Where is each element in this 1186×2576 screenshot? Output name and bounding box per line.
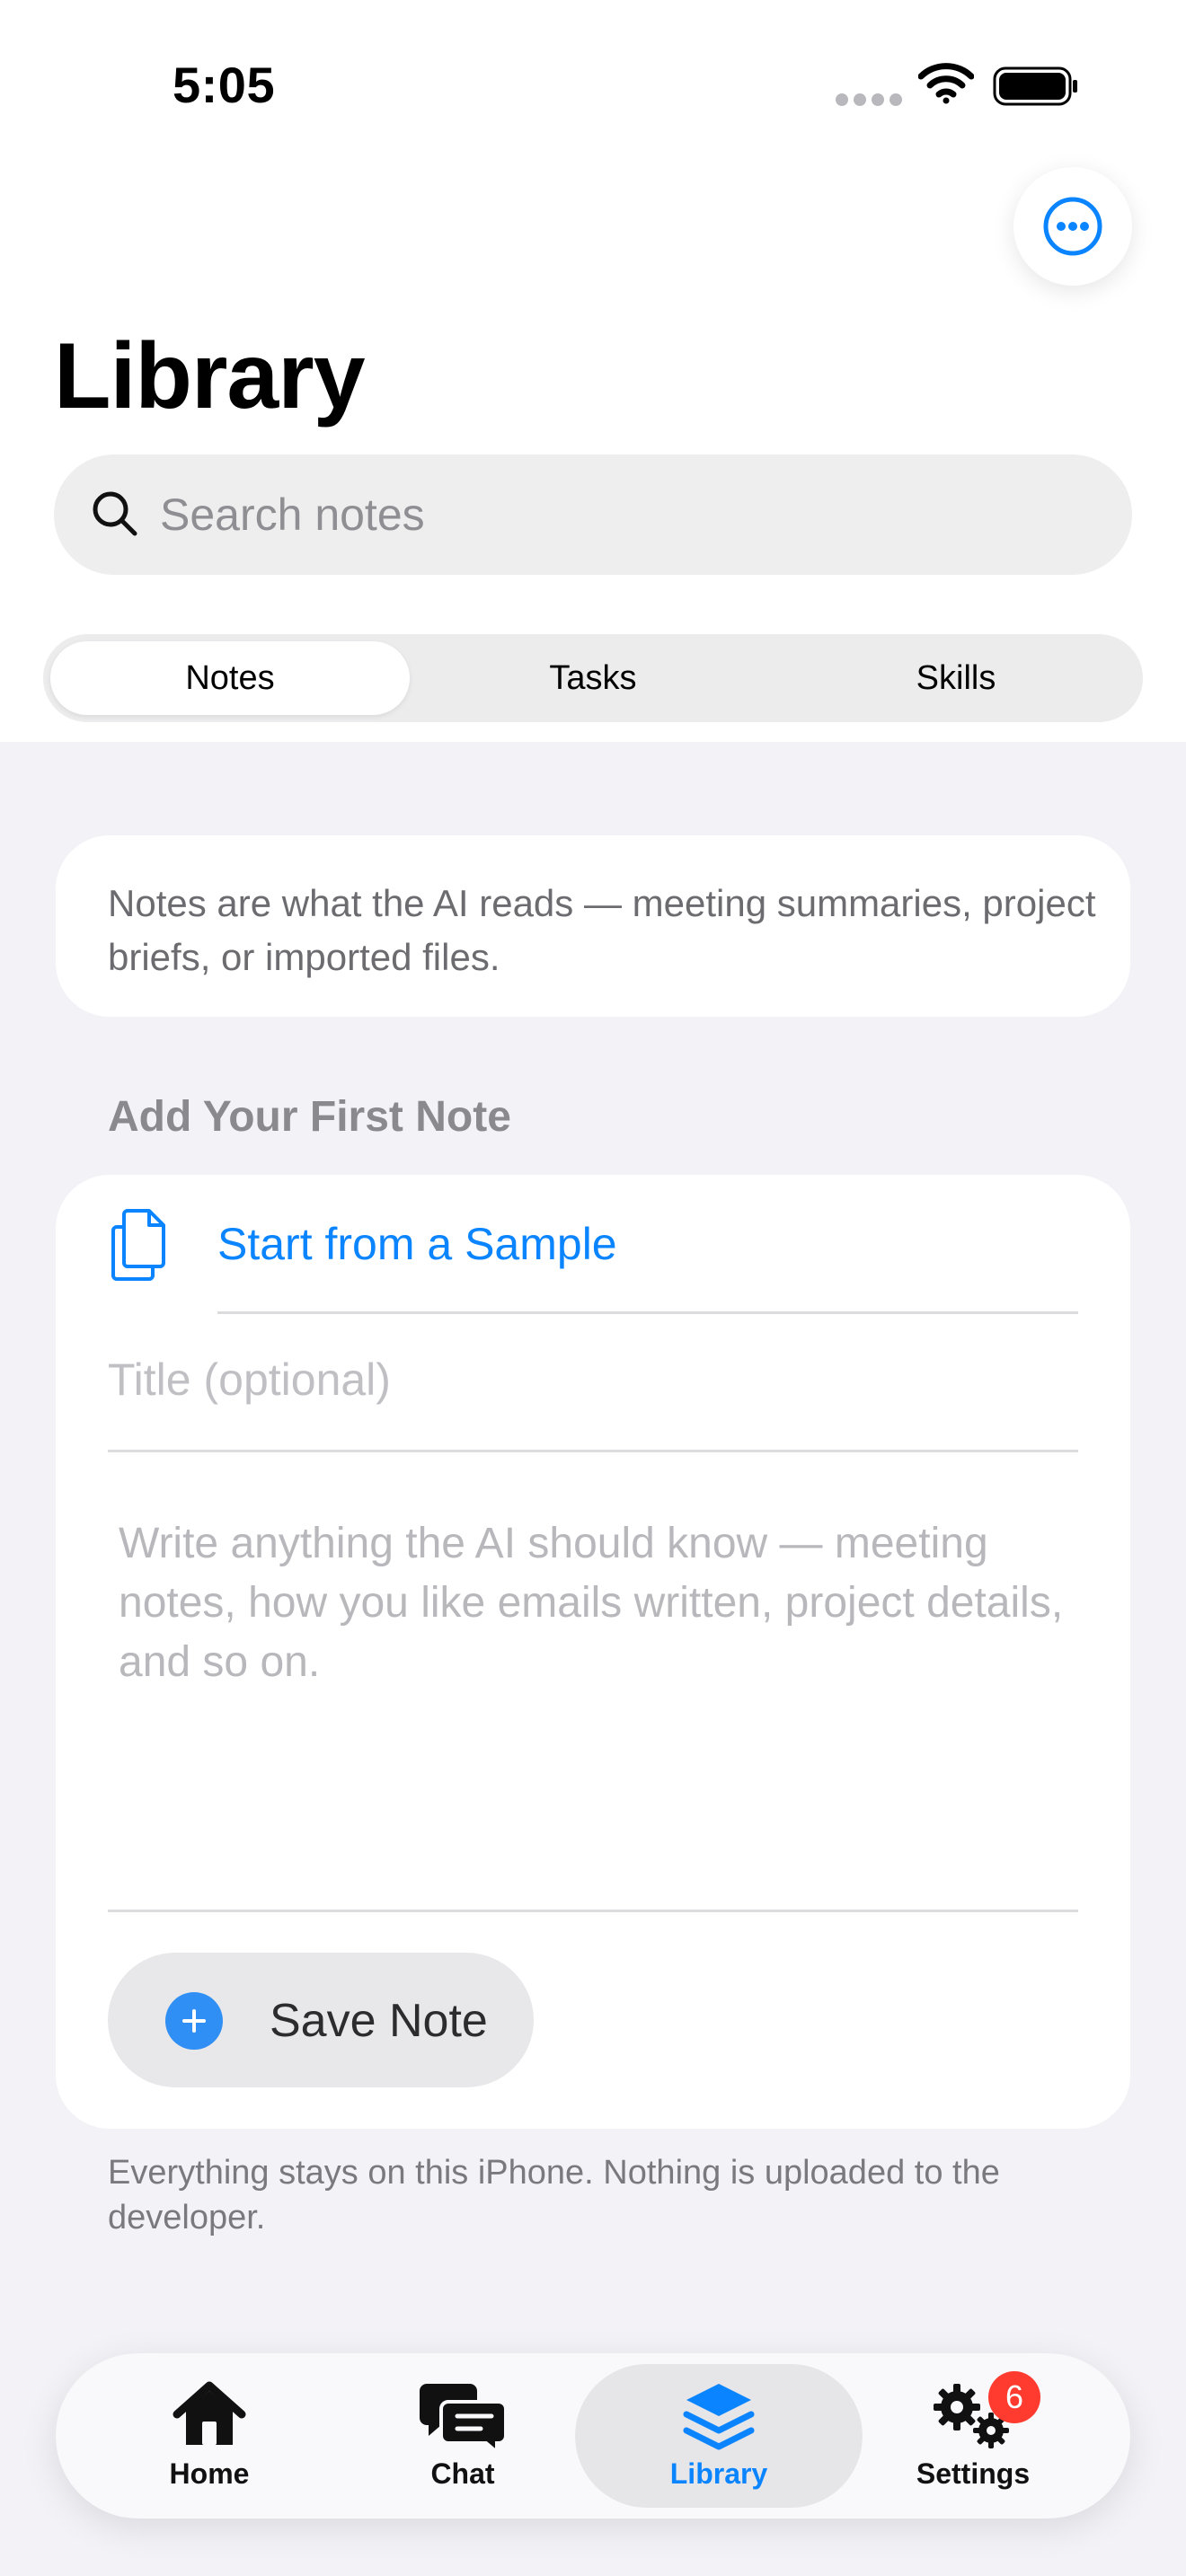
tab-home[interactable]: Home bbox=[97, 2353, 322, 2519]
save-note-button[interactable]: Save Note bbox=[108, 1953, 534, 2087]
segmented-control: Notes Tasks Skills bbox=[43, 634, 1143, 722]
tab-settings[interactable]: 6 Settings bbox=[861, 2353, 1085, 2519]
notification-badge: 6 bbox=[988, 2371, 1040, 2423]
add-note-card: Start from a Sample Save Note bbox=[56, 1175, 1130, 2129]
tab-notes[interactable]: Notes bbox=[50, 641, 410, 715]
start-from-sample-button[interactable]: Start from a Sample bbox=[56, 1175, 1130, 1315]
search-icon bbox=[93, 491, 137, 536]
note-body-field[interactable] bbox=[119, 1514, 1089, 1802]
tab-label: Library bbox=[669, 2457, 768, 2490]
divider bbox=[108, 1450, 1078, 1452]
wifi-icon bbox=[918, 63, 974, 104]
info-text: Notes are what the AI reads — meeting su… bbox=[108, 882, 1096, 978]
tab-chat[interactable]: Chat bbox=[350, 2353, 575, 2519]
tab-label: Home bbox=[169, 2457, 250, 2490]
info-card: Notes are what the AI reads — meeting su… bbox=[56, 835, 1130, 1017]
documents-icon bbox=[111, 1209, 165, 1281]
stack-icon bbox=[683, 2384, 755, 2450]
house-icon bbox=[173, 2381, 246, 2445]
battery-icon bbox=[993, 66, 1077, 106]
chat-bubbles-icon bbox=[420, 2384, 508, 2452]
privacy-footnote: Everything stays on this iPhone. Nothing… bbox=[108, 2154, 1000, 2236]
tab-skills[interactable]: Skills bbox=[776, 641, 1136, 715]
tab-library[interactable]: Library bbox=[575, 2364, 863, 2508]
divider bbox=[108, 1910, 1078, 1912]
title-field[interactable] bbox=[108, 1326, 1078, 1434]
search-bar[interactable] bbox=[54, 454, 1132, 575]
ellipsis-circle-icon bbox=[1043, 197, 1102, 256]
tab-tasks[interactable]: Tasks bbox=[413, 641, 773, 715]
sample-label: Start from a Sample bbox=[217, 1219, 617, 1269]
tab-bar: Home Chat Library 6 Settings bbox=[56, 2353, 1130, 2519]
save-note-label: Save Note bbox=[270, 1995, 488, 2047]
plus-circle-icon bbox=[165, 1992, 223, 2050]
tab-label: Settings bbox=[916, 2457, 1031, 2490]
more-button[interactable] bbox=[1013, 167, 1132, 286]
status-time: 5:05 bbox=[173, 57, 276, 113]
divider bbox=[217, 1311, 1078, 1314]
search-input[interactable] bbox=[160, 454, 1094, 575]
section-header: Add Your First Note bbox=[108, 1093, 511, 1141]
page-title: Library bbox=[54, 324, 366, 428]
tab-label: Chat bbox=[430, 2457, 495, 2490]
